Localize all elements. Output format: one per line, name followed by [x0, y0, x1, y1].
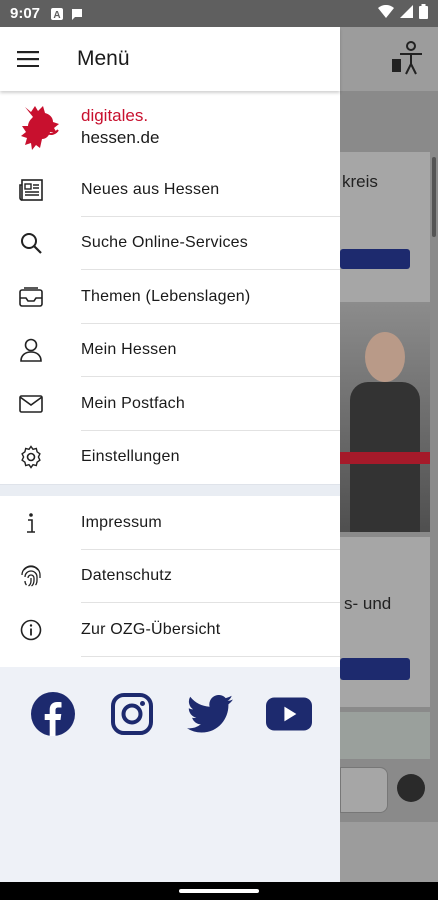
menu-item-label: Zur OZG-Übersicht [81, 620, 221, 638]
background-scrollbar [432, 157, 436, 237]
navigation-drawer: Menü digitales. hessen.de Neues aus Hess… [0, 27, 340, 882]
background-photo [340, 302, 430, 532]
twitter-icon[interactable] [187, 691, 234, 737]
fingerprint-icon [18, 563, 44, 589]
secondary-menu: Impressum Datenschutz Zur OZG-Übersicht [0, 496, 340, 657]
drawer-header: Menü [0, 27, 340, 91]
brand-line-1: digitales. [81, 106, 149, 125]
status-time: 9:07 [10, 5, 41, 22]
menu-divider [0, 484, 340, 496]
chat-bubble-icon [70, 7, 84, 21]
youtube-icon[interactable] [265, 691, 312, 737]
drawer-title: Menü [77, 47, 130, 70]
inbox-tray-icon [18, 284, 44, 310]
menu-item-einstellungen[interactable]: Einstellungen [0, 431, 340, 485]
newspaper-icon [18, 177, 44, 203]
background-card: s- und [340, 537, 430, 707]
brand-line-2: hessen.de [81, 128, 160, 147]
menu-item-label: Datenschutz [81, 567, 173, 585]
wifi-icon [378, 4, 394, 22]
info-icon [18, 510, 44, 536]
background-card: kreis [340, 152, 430, 302]
menu-item-label: Impressum [81, 513, 162, 531]
notification-a-icon: A [50, 7, 64, 21]
svg-text:A: A [53, 10, 60, 21]
menu-item-themen[interactable]: Themen (Lebenslagen) [0, 270, 340, 324]
menu-item-label: Mein Hessen [81, 341, 177, 359]
background-bottom-bar [340, 822, 438, 882]
arrow-right-icon [397, 774, 425, 802]
menu-item-label: Mein Postfach [81, 394, 185, 412]
hessen-lion-logo-icon [17, 103, 63, 151]
menu-item-impressum[interactable]: Impressum [0, 496, 340, 550]
menu-item-neues-aus-hessen[interactable]: Neues aus Hessen [0, 163, 340, 217]
menu-item-ozg-uebersicht[interactable]: Zur OZG-Übersicht [0, 603, 340, 657]
accessibility-icon [386, 39, 426, 79]
gear-icon [18, 444, 44, 470]
primary-menu: Neues aus Hessen Suche Online-Services T… [0, 163, 340, 484]
person-icon [18, 337, 44, 363]
search-icon [18, 230, 44, 256]
home-gesture-pill[interactable] [179, 889, 259, 893]
status-bar: 9:07 A [0, 0, 438, 27]
facebook-icon[interactable] [30, 691, 76, 737]
mail-icon [18, 391, 44, 417]
instagram-icon[interactable] [109, 691, 155, 737]
background-input [340, 767, 388, 813]
info-circle-icon [18, 617, 44, 643]
background-card-text: s- und [344, 594, 392, 613]
background-card-text: kreis [342, 172, 378, 191]
menu-item-label: Neues aus Hessen [81, 180, 220, 198]
menu-item-label: Themen (Lebenslagen) [81, 287, 251, 305]
background-card-button [340, 249, 410, 269]
system-nav-bar [0, 882, 438, 900]
hamburger-icon[interactable] [17, 48, 39, 70]
battery-icon [419, 4, 428, 23]
background-card-button [340, 658, 410, 680]
brand-logo[interactable]: digitales. hessen.de [0, 91, 340, 163]
menu-item-label: Suche Online-Services [81, 234, 248, 252]
cell-signal-icon [400, 5, 413, 22]
social-links [0, 667, 340, 882]
menu-item-mein-hessen[interactable]: Mein Hessen [0, 324, 340, 378]
background-image-strip [340, 712, 430, 759]
menu-item-suche-online-services[interactable]: Suche Online-Services [0, 217, 340, 271]
menu-item-datenschutz[interactable]: Datenschutz [0, 550, 340, 604]
menu-item-label: Einstellungen [81, 448, 180, 466]
menu-item-mein-postfach[interactable]: Mein Postfach [0, 377, 340, 431]
